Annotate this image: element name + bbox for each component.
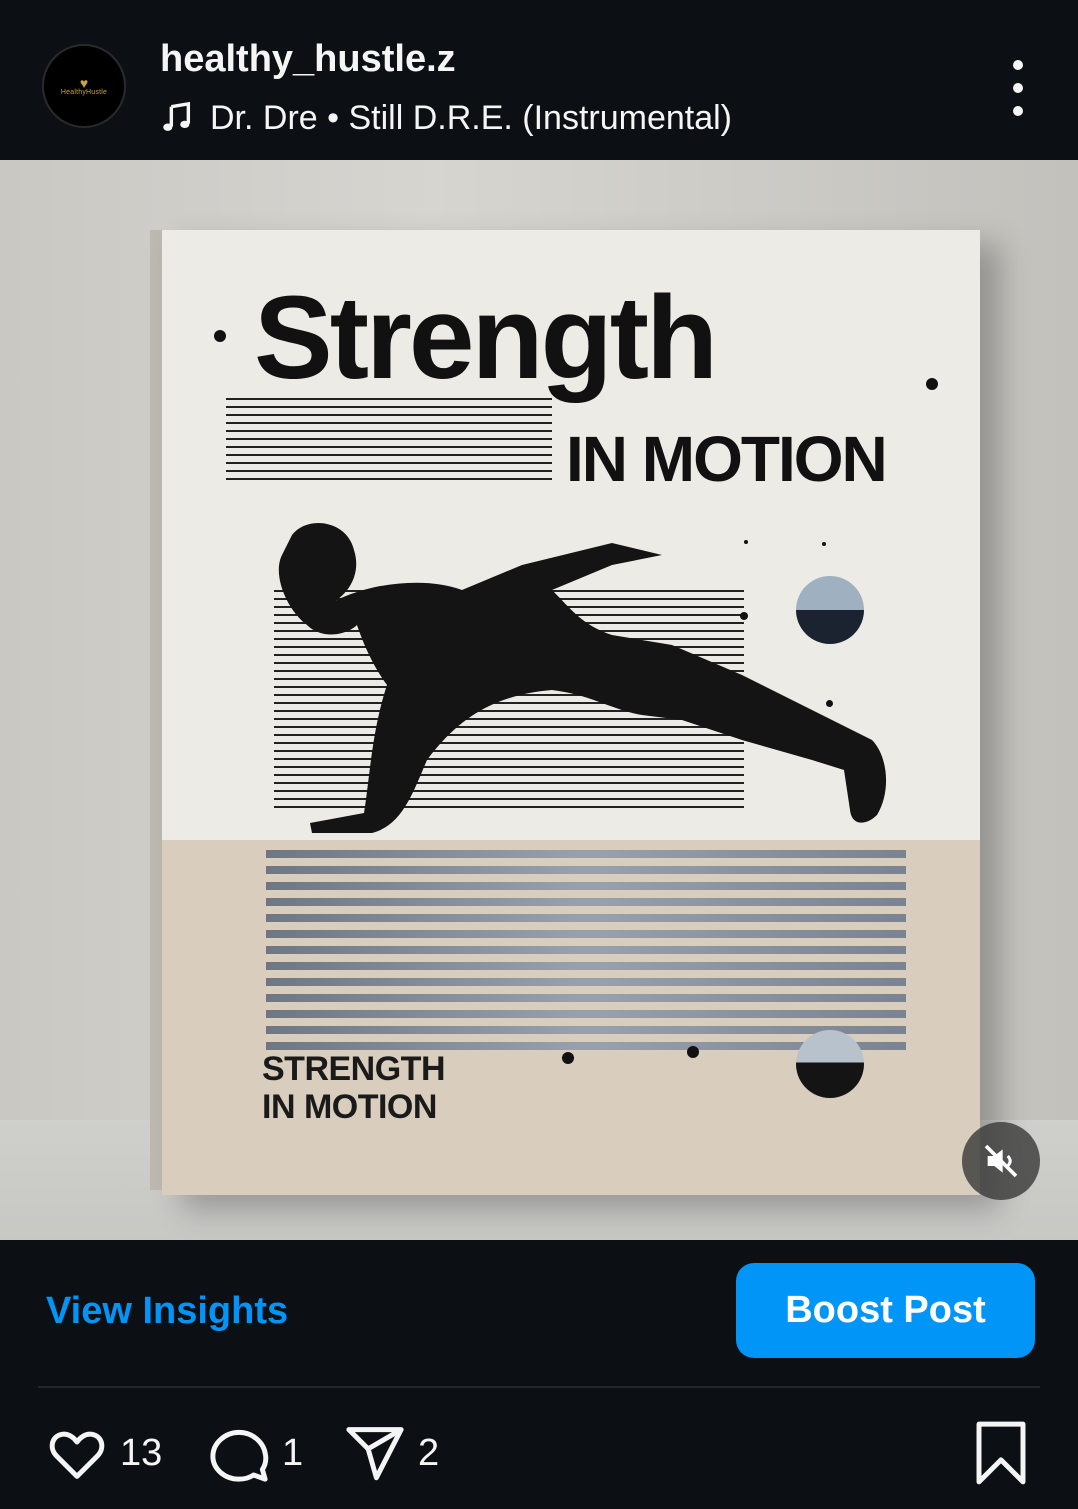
view-insights-link[interactable]: View Insights — [46, 1290, 288, 1333]
more-dot — [1013, 106, 1023, 116]
boost-post-button[interactable]: Boost Post — [736, 1263, 1035, 1358]
poster-canvas: Strength IN MOTION STRENGTH IN MOTION — [162, 230, 980, 1195]
decorative-sphere-top — [796, 576, 864, 644]
comment-action[interactable]: 1 — [206, 1420, 303, 1486]
speed-lines-blue — [266, 850, 906, 1058]
poster-subtitle: IN MOTION — [566, 423, 888, 495]
poster-dot — [562, 1052, 574, 1064]
poster-dot — [926, 378, 938, 390]
poster-dot — [687, 1046, 699, 1058]
more-vertical-icon — [1013, 60, 1023, 70]
pushup-figure-illustration — [278, 523, 887, 833]
share-count: 2 — [418, 1431, 440, 1474]
send-icon — [346, 1427, 404, 1481]
share-action[interactable]: 2 — [342, 1420, 439, 1486]
post-media[interactable]: Strength IN MOTION STRENGTH IN MOTION — [0, 160, 1078, 1240]
more-dot — [1013, 83, 1023, 93]
heart-icon — [49, 1431, 105, 1479]
like-action[interactable]: 13 — [44, 1420, 162, 1486]
heart-logo-icon: ♥ — [79, 74, 89, 91]
avatar-brand-text: HealthyHustle — [60, 88, 108, 96]
comment-icon — [210, 1429, 269, 1482]
poster-title: Strength — [254, 272, 718, 404]
bookmark-icon — [976, 1421, 1026, 1485]
mute-toggle-button[interactable] — [962, 1122, 1040, 1200]
poster-dot — [822, 542, 826, 546]
speed-lines-top — [226, 398, 552, 486]
username[interactable]: healthy_hustle.z — [160, 38, 456, 81]
caption-line-2: IN MOTION — [262, 1088, 437, 1126]
save-button[interactable] — [972, 1420, 1030, 1486]
poster-dot — [826, 700, 833, 707]
poster-dot — [214, 330, 226, 342]
poster-caption: STRENGTH IN MOTION — [262, 1050, 446, 1126]
poster-dot — [744, 540, 748, 544]
post-header: ♥ HealthyHustle healthy_hustle.z Dr. Dre… — [0, 0, 1078, 160]
track-title: Dr. Dre • Still D.R.E. (Instrumental) — [210, 98, 733, 137]
comment-count: 1 — [282, 1431, 304, 1474]
like-count: 13 — [120, 1431, 163, 1474]
more-options-button[interactable] — [1000, 60, 1036, 116]
poster-dot — [740, 612, 748, 620]
music-note-icon — [163, 101, 191, 131]
avatar[interactable]: ♥ HealthyHustle — [42, 44, 126, 128]
caption-line-1: STRENGTH — [262, 1050, 446, 1088]
volume-off-icon — [984, 1144, 1018, 1178]
audio-attribution[interactable]: Dr. Dre • Still D.R.E. (Instrumental) — [160, 96, 732, 140]
decorative-sphere-bottom — [796, 1030, 864, 1098]
divider — [38, 1386, 1040, 1388]
